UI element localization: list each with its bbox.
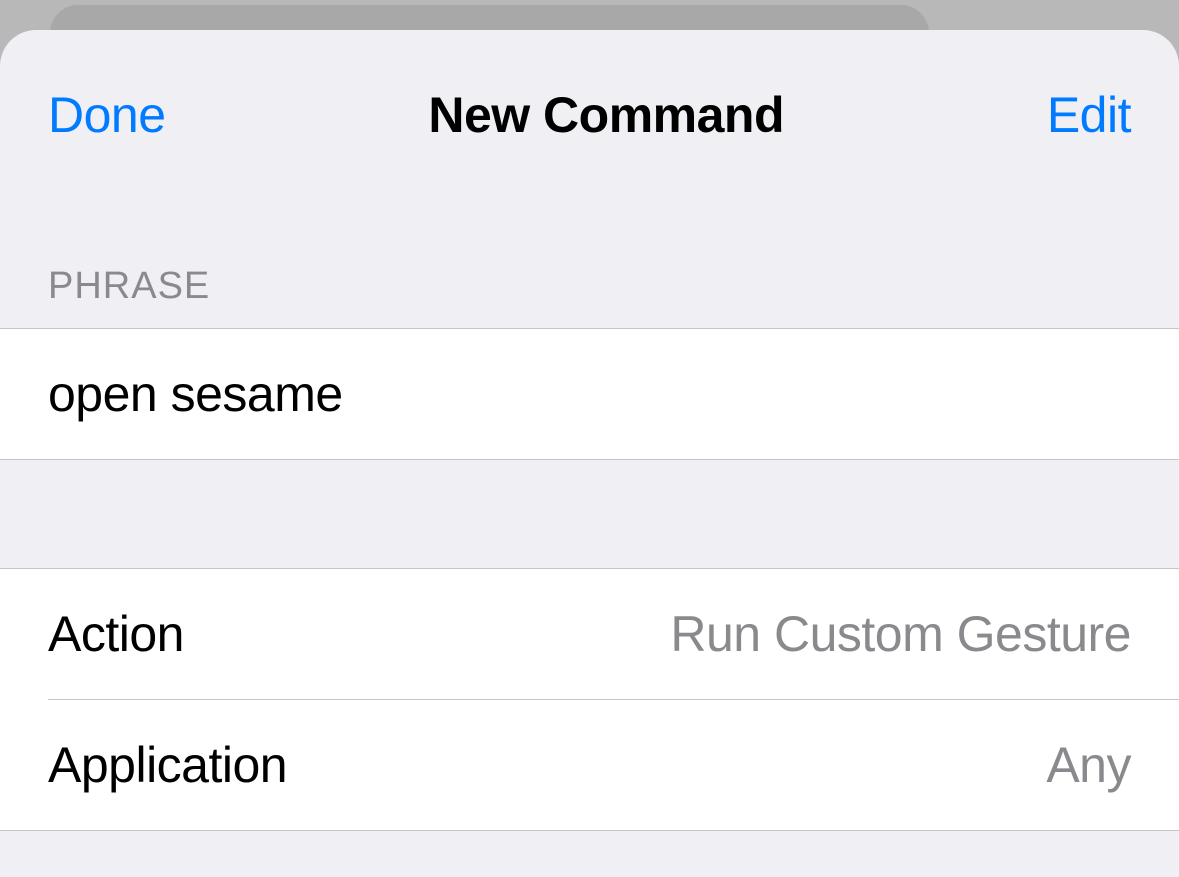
application-value: Any xyxy=(1046,736,1131,794)
phrase-section-header: PHRASE xyxy=(0,160,1179,328)
action-label: Action xyxy=(48,605,184,663)
application-label: Application xyxy=(48,736,287,794)
action-row[interactable]: Action Run Custom Gesture xyxy=(0,569,1179,699)
phrase-cell-group: open sesame xyxy=(0,328,1179,460)
section-spacer xyxy=(0,460,1179,568)
edit-button[interactable]: Edit xyxy=(1047,86,1131,144)
done-button[interactable]: Done xyxy=(48,86,166,144)
page-title: New Command xyxy=(428,86,784,144)
action-value: Run Custom Gesture xyxy=(670,605,1131,663)
navigation-bar: Done New Command Edit xyxy=(0,30,1179,160)
settings-cell-group: Action Run Custom Gesture Application An… xyxy=(0,568,1179,831)
modal-sheet: Done New Command Edit PHRASE open sesame… xyxy=(0,30,1179,877)
phrase-input-cell[interactable]: open sesame xyxy=(0,329,1179,459)
application-row[interactable]: Application Any xyxy=(0,700,1179,830)
bottom-spacer xyxy=(0,831,1179,846)
phrase-value: open sesame xyxy=(48,365,343,423)
